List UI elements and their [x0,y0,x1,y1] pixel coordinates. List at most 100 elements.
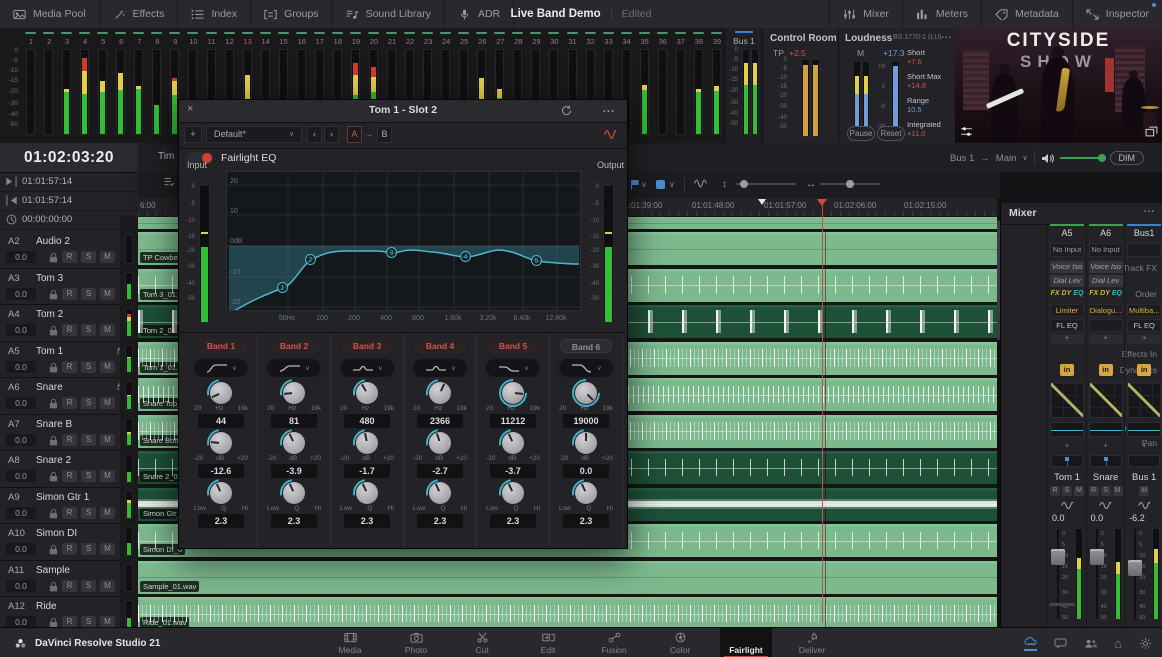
knob[interactable] [210,432,232,454]
prev-preset-button[interactable]: ‹ [307,126,322,143]
track-header-a2[interactable]: A2 Audio 2 0.0 R S M [0,232,138,269]
track-r-button[interactable]: R [62,433,77,446]
mixer-input-slot[interactable]: No Input [1088,243,1123,257]
mixer-effect-slot[interactable]: Multiba... [1127,304,1162,317]
mixer-bus-send-add[interactable]: + [1125,441,1162,450]
track-m-button[interactable]: M [100,324,115,336]
q-value[interactable]: 2.3 [344,514,390,528]
reset-icon[interactable] [560,105,573,116]
mixer-fader-value[interactable]: -6.2 [1129,513,1145,523]
horizontal-zoom-slider[interactable] [820,180,880,188]
mixer-automation-icon[interactable] [1048,500,1086,511]
mixer-input-slot[interactable]: No Input [1050,243,1084,257]
track-header-a3[interactable]: A3 Tom 3 0.0 R S M [0,269,138,305]
track-m-button[interactable]: M [100,287,115,300]
knob[interactable] [210,382,232,404]
lock-icon[interactable] [47,581,60,592]
toolbar-button-sound-library[interactable]: Sound Library [333,0,445,28]
knob[interactable] [575,432,597,454]
mixer-trackfx-chip[interactable]: Dial Lev [1088,275,1123,287]
mixer-fader-handle[interactable] [1051,549,1065,565]
q-value[interactable]: 2.3 [490,514,536,528]
frequency-value[interactable]: 19000 [563,414,609,428]
track-gain-value[interactable]: 0.0 [6,579,36,592]
collaboration-users-icon[interactable] [1084,638,1098,649]
mixer-eq-graph[interactable] [1127,422,1162,437]
gain-value[interactable]: 0.0 [563,464,609,478]
lock-icon[interactable] [47,398,60,409]
frequency-knob[interactable] [404,382,476,404]
page-tab-fairlight[interactable]: Fairlight [720,628,772,657]
playhead-line[interactable] [822,199,823,623]
mixer-pan-control[interactable] [1128,455,1161,467]
gain-knob[interactable] [331,432,403,454]
lock-icon[interactable] [47,325,60,336]
track-m-button[interactable]: M [100,506,115,519]
q-knob[interactable] [185,482,257,504]
mixer-r-button[interactable]: R [1088,486,1099,496]
track-r-button[interactable]: R [62,251,77,263]
mixer-s-button[interactable]: S [1062,486,1072,496]
gain-value[interactable]: -3.9 [271,464,317,478]
knob[interactable] [283,482,305,504]
track-r-button[interactable]: R [62,324,77,336]
lock-icon[interactable] [47,252,60,263]
monitor-volume-slider[interactable] [1059,154,1106,162]
home-icon[interactable]: ⌂ [1114,636,1122,651]
square-marker-icon[interactable] [656,180,665,189]
band-label[interactable]: Band 2 [268,339,320,353]
flag-marker-chevron[interactable]: ∨ [641,180,647,189]
page-tab-fusion[interactable]: Fusion [588,628,640,657]
settings-gear-icon[interactable] [1139,637,1152,649]
q-knob[interactable] [550,482,622,504]
mixer-add-effect-button[interactable]: + [1088,334,1123,344]
mixer-pan-control[interactable] [1051,455,1083,467]
viewer-adjust-icon[interactable] [960,126,973,137]
knob[interactable] [502,432,524,454]
toolbar-button-inspector[interactable]: Inspector [1071,0,1162,28]
ab-copy-arrow[interactable]: → [365,130,373,139]
q-knob[interactable] [404,482,476,504]
monitor-bus[interactable]: Bus 1 [950,153,974,164]
next-preset-button[interactable]: › [324,126,339,143]
knob[interactable] [356,382,378,404]
lock-icon[interactable] [47,508,60,519]
knob[interactable] [429,482,451,504]
mixer-effect-slot[interactable]: FL EQ [1050,319,1084,332]
lock-icon[interactable] [47,289,60,300]
mixer-trackfx-chip[interactable]: Voice Iso [1050,261,1084,273]
eq-band-point-2[interactable]: 2 [305,254,316,265]
toolbar-button-index[interactable]: Index [178,0,252,28]
gain-knob[interactable] [550,432,622,454]
preset-chevron-down-icon[interactable]: ∨ [289,130,294,138]
q-value[interactable]: 2.3 [271,514,317,528]
frequency-knob[interactable] [331,382,403,404]
track-r-button[interactable]: R [62,506,77,519]
eq-band-point-4[interactable]: 4 [460,251,471,262]
flag-marker-icon[interactable] [628,179,641,190]
q-knob[interactable] [477,482,549,504]
track-gain-value[interactable]: 0.0 [6,251,36,263]
mixer-eq-graph[interactable] [1088,422,1123,437]
knob[interactable] [575,482,597,504]
q-knob[interactable] [258,482,330,504]
track-header-a9[interactable]: A9 Simon Gtr 1 0.0 R S M [0,488,138,524]
toolbar-button-mixer[interactable]: Mixer [829,0,902,28]
band-label[interactable]: Band 4 [414,339,466,353]
track-s-button[interactable]: S [81,579,96,592]
track-m-button[interactable]: M [100,470,115,482]
pause-button[interactable]: Pause [847,126,875,141]
mixer-fader-handle[interactable] [1128,560,1143,576]
knob[interactable] [356,482,378,504]
ab-compare-a[interactable]: A [347,126,362,143]
frequency-value[interactable]: 480 [344,414,390,428]
mixer-eq-graph[interactable] [1050,422,1084,437]
track-header-a4[interactable]: A4 Tom 2 0.0 R S M [0,305,138,342]
filter-shape-dropdown[interactable]: ∨ [559,359,613,377]
knob[interactable] [283,382,305,404]
mixer-dynamics-graph[interactable] [1088,382,1123,418]
mixer-input-slot[interactable] [1127,243,1162,257]
track-m-button[interactable]: M [100,433,115,446]
track-s-button[interactable]: S [81,397,96,409]
mixer-menu-icon[interactable]: ... [1144,204,1155,215]
